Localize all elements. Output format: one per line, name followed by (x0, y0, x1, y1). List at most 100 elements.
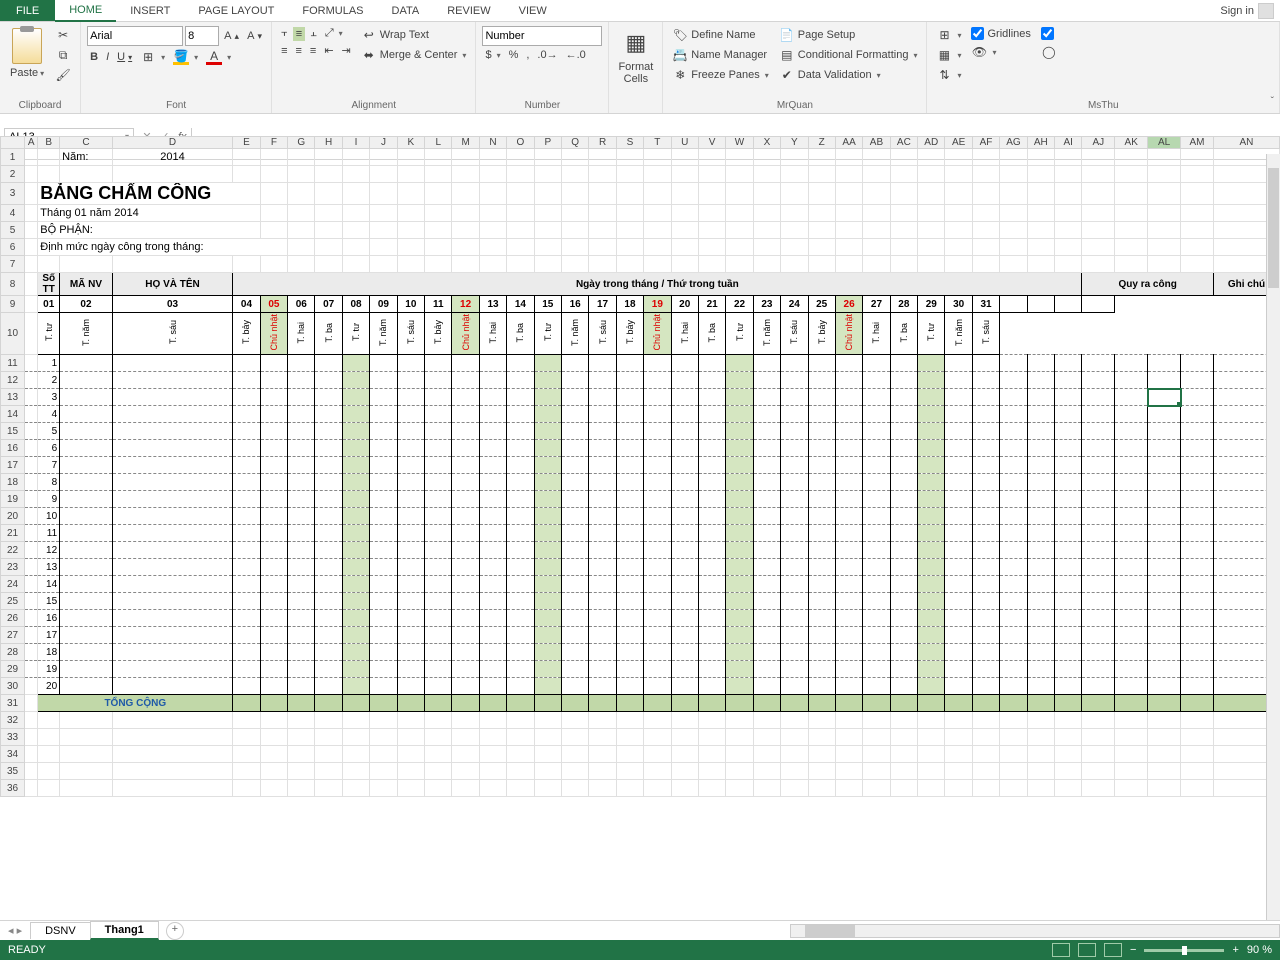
col-header-E[interactable]: E (233, 137, 260, 149)
cell[interactable] (698, 780, 725, 797)
cell[interactable] (972, 222, 999, 239)
cell[interactable] (1115, 729, 1148, 746)
cell[interactable] (1115, 389, 1148, 406)
row-header-23[interactable]: 23 (1, 559, 25, 576)
cell[interactable] (589, 222, 616, 239)
cell[interactable] (1082, 644, 1115, 661)
row-header-16[interactable]: 16 (1, 440, 25, 457)
cell[interactable] (233, 149, 260, 166)
cell[interactable] (726, 149, 753, 166)
cell[interactable] (1082, 525, 1115, 542)
tab-file[interactable]: FILE (0, 0, 55, 21)
cell[interactable] (315, 712, 342, 729)
sheet-tab-thang1[interactable]: Thang1 (90, 921, 159, 940)
cell[interactable] (1115, 576, 1148, 593)
cell[interactable] (1027, 746, 1054, 763)
formatpainter-button[interactable]: 🖌 (52, 66, 74, 84)
cell[interactable] (425, 166, 452, 183)
cell[interactable] (1115, 610, 1148, 627)
cell[interactable] (479, 149, 506, 166)
cell[interactable] (918, 746, 945, 763)
cell[interactable] (534, 149, 561, 166)
cell[interactable] (288, 256, 315, 273)
cell[interactable] (561, 780, 588, 797)
cell[interactable] (1055, 712, 1082, 729)
cell[interactable] (315, 780, 342, 797)
cell[interactable] (918, 780, 945, 797)
accounting-button[interactable]: $ (482, 48, 503, 62)
cell[interactable] (1000, 712, 1027, 729)
cell[interactable] (1115, 712, 1148, 729)
cell[interactable] (288, 763, 315, 780)
cell[interactable] (260, 712, 287, 729)
cell[interactable] (452, 746, 479, 763)
cell[interactable] (890, 256, 917, 273)
row-header-1[interactable]: 1 (1, 149, 25, 166)
col-header-A[interactable]: A (25, 137, 38, 149)
cell[interactable] (644, 166, 671, 183)
chk2[interactable] (1041, 27, 1054, 40)
cell[interactable] (781, 166, 808, 183)
cell[interactable] (1082, 222, 1115, 239)
cell[interactable] (671, 205, 698, 222)
cell[interactable] (698, 763, 725, 780)
cell[interactable] (1115, 491, 1148, 508)
cell[interactable] (507, 256, 534, 273)
cell[interactable] (945, 763, 972, 780)
col-header-G[interactable]: G (288, 137, 315, 149)
cell[interactable] (1055, 149, 1082, 166)
col-header-V[interactable]: V (698, 137, 725, 149)
cell[interactable] (945, 712, 972, 729)
cell[interactable] (1115, 474, 1148, 491)
grow-font-button[interactable]: A▴ (221, 29, 242, 43)
view-normal-button[interactable] (1052, 943, 1070, 957)
format-cells-button[interactable]: ▦ Format Cells (615, 26, 656, 98)
row-header-31[interactable]: 31 (1, 695, 25, 712)
cell[interactable] (561, 239, 588, 256)
align-bottom-button[interactable]: ⫠ (307, 26, 320, 41)
cell[interactable] (671, 763, 698, 780)
cell[interactable] (589, 256, 616, 273)
row-header-18[interactable]: 18 (1, 474, 25, 491)
cell[interactable] (726, 239, 753, 256)
cell[interactable] (1000, 239, 1027, 256)
row-header-4[interactable]: 4 (1, 205, 25, 222)
cell[interactable] (561, 729, 588, 746)
cell[interactable] (945, 183, 972, 205)
cell[interactable] (671, 746, 698, 763)
cell[interactable] (1148, 183, 1181, 205)
cell[interactable] (397, 183, 424, 205)
cell[interactable] (112, 780, 233, 797)
cell[interactable] (972, 183, 999, 205)
cell[interactable] (1082, 149, 1115, 166)
col-header-P[interactable]: P (534, 137, 561, 149)
cell[interactable] (972, 763, 999, 780)
cell[interactable] (561, 166, 588, 183)
cell[interactable] (1148, 166, 1181, 183)
cell[interactable] (972, 729, 999, 746)
cell[interactable] (315, 205, 342, 222)
row-header-5[interactable]: 5 (1, 222, 25, 239)
cell[interactable] (534, 763, 561, 780)
msthu-btn1[interactable]: ⊞ (933, 26, 964, 44)
col-header-K[interactable]: K (397, 137, 424, 149)
cell[interactable] (1115, 661, 1148, 678)
cell[interactable] (698, 166, 725, 183)
cell[interactable] (1181, 559, 1214, 576)
cell[interactable] (1000, 222, 1027, 239)
cell[interactable] (589, 780, 616, 797)
cell[interactable] (863, 166, 890, 183)
cell[interactable] (1115, 149, 1148, 166)
col-header-AI[interactable]: AI (1055, 137, 1082, 149)
merge-center-button[interactable]: ⬌Merge & Center (358, 46, 470, 64)
cell[interactable] (753, 205, 780, 222)
decrease-decimal-button[interactable]: ←.0 (563, 48, 589, 62)
cell[interactable] (112, 712, 233, 729)
zoom-out-button[interactable]: − (1130, 944, 1136, 956)
cell[interactable] (1115, 559, 1148, 576)
cell[interactable] (671, 729, 698, 746)
cell[interactable] (616, 166, 643, 183)
cell[interactable] (370, 149, 397, 166)
cell[interactable] (644, 729, 671, 746)
cell[interactable] (835, 256, 862, 273)
